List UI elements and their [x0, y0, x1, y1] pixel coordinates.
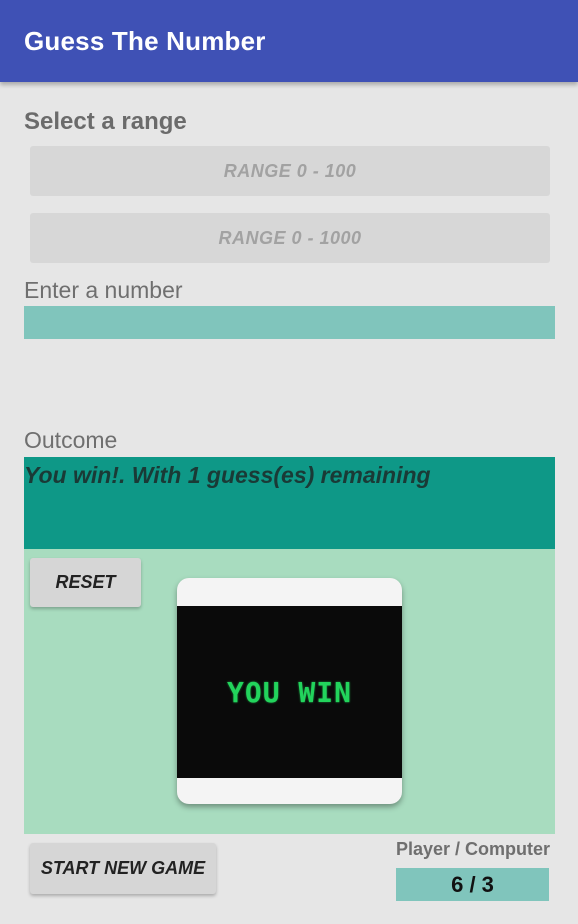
outcome-message: You win!. With 1 guess(es) remaining — [24, 462, 431, 488]
app-title: Guess The Number — [24, 26, 266, 56]
range-100-button[interactable]: RANGE 0 - 100 — [30, 146, 550, 196]
win-text: YOU WIN — [226, 675, 352, 709]
app-bar: Guess The Number — [0, 0, 578, 82]
number-input[interactable] — [24, 306, 555, 339]
outcome-box: You win!. With 1 guess(es) remaining — [24, 457, 555, 549]
start-new-game-button[interactable]: START NEW GAME — [30, 843, 216, 894]
you-win-image: YOU WIN — [177, 578, 402, 804]
win-screen: YOU WIN — [177, 606, 402, 778]
outcome-label: Outcome — [24, 427, 118, 453]
range-1000-button[interactable]: RANGE 0 - 1000 — [30, 213, 550, 263]
range-heading: Select a range — [24, 108, 187, 135]
score-value: 6 / 3 — [396, 868, 549, 901]
reset-button[interactable]: RESET — [30, 558, 141, 607]
number-input-label: Enter a number — [24, 277, 183, 303]
score-label: Player / Computer — [396, 839, 551, 859]
